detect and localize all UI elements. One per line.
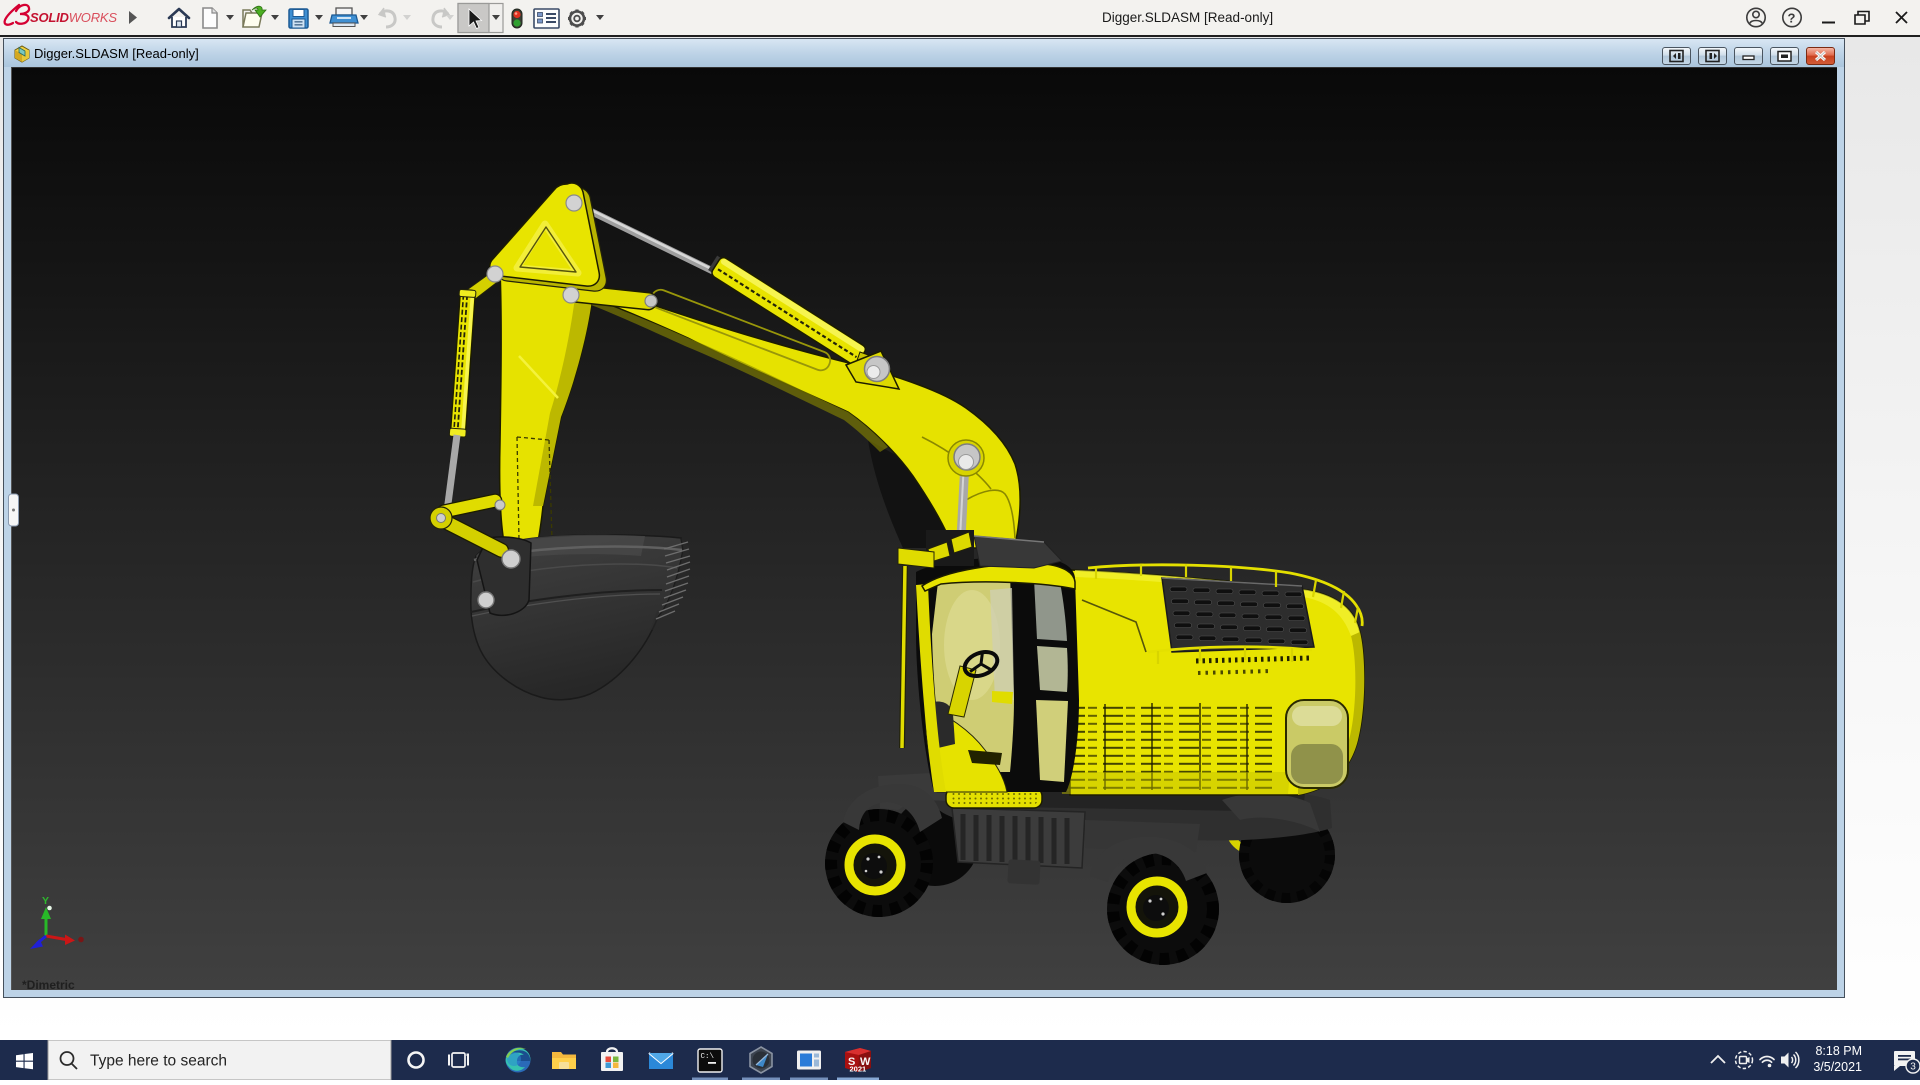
svg-text:C:\: C:\: [701, 1053, 715, 1061]
svg-text:SOLIDWORKS: SOLIDWORKS: [30, 10, 117, 25]
svg-text:Digger.SLDASM [Read-only]: Digger.SLDASM [Read-only]: [1102, 10, 1273, 25]
svg-text:2021: 2021: [850, 1065, 867, 1074]
svg-text:Type here to search: Type here to search: [90, 1053, 227, 1070]
svg-text:3: 3: [1910, 1062, 1916, 1073]
svg-text:?: ?: [1788, 11, 1796, 26]
svg-text:Digger.SLDASM [Read-only]: Digger.SLDASM [Read-only]: [34, 46, 199, 61]
